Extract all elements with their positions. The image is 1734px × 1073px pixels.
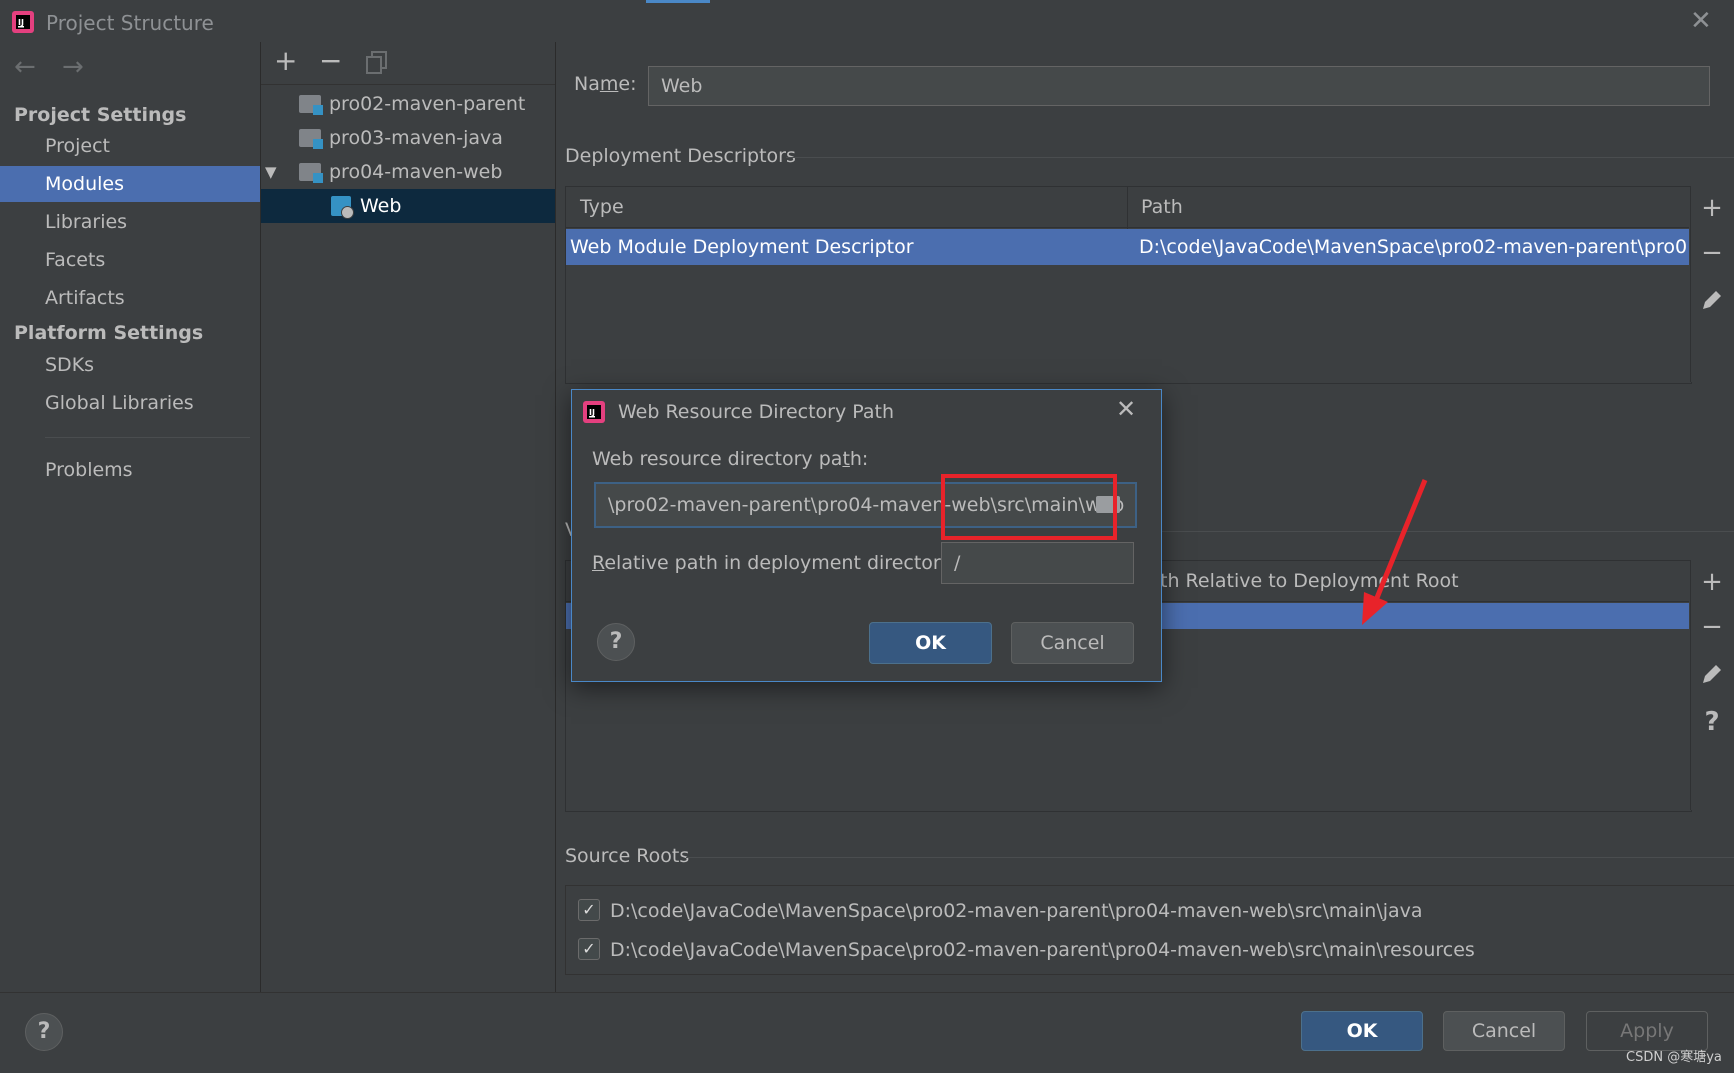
dialog-ok-button[interactable]: OK: [869, 622, 992, 664]
dialog-title: Web Resource Directory Path: [618, 401, 894, 423]
sidebar-item-modules[interactable]: Modules: [0, 166, 260, 202]
source-root-item[interactable]: ✓ D:\code\JavaCode\MavenSpace\pro02-maven…: [578, 937, 1475, 962]
add-web-resource-icon[interactable]: +: [1700, 567, 1724, 597]
edit-web-resource-icon[interactable]: [1700, 662, 1724, 686]
intellij-logo-icon: IJ: [583, 401, 605, 423]
web-facet-icon: [331, 196, 354, 219]
tree-item-label: Web: [360, 195, 402, 217]
remove-icon[interactable]: −: [319, 44, 342, 77]
red-highlight-box: [941, 474, 1117, 540]
module-folder-icon: [299, 95, 323, 115]
help-question-icon[interactable]: ?: [1700, 707, 1724, 737]
section-divider: [686, 857, 1734, 858]
source-root-item[interactable]: ✓ D:\code\JavaCode\MavenSpace\pro02-maven…: [578, 898, 1423, 923]
sidebar-item-global-libraries[interactable]: Global Libraries: [0, 385, 260, 421]
facet-name-input[interactable]: Web: [648, 66, 1710, 106]
descriptor-path-cell: D:\code\JavaCode\MavenSpace\pro02-maven-…: [1139, 236, 1687, 258]
module-folder-icon: [299, 163, 323, 183]
source-root-checkbox[interactable]: ✓: [578, 937, 600, 960]
path-label: Web resource directory path:: [592, 448, 869, 470]
title-bar: IJ Project Structure ✕: [0, 0, 1734, 42]
footer-help-button[interactable]: ?: [25, 1013, 63, 1051]
svg-text:IJ: IJ: [18, 18, 24, 27]
dialog-help-button[interactable]: ?: [597, 623, 635, 661]
sidebar-divider: [45, 437, 250, 438]
close-window-icon[interactable]: ✕: [1690, 6, 1712, 36]
cancel-button[interactable]: Cancel: [1443, 1011, 1565, 1051]
relative-path-input[interactable]: /: [941, 542, 1134, 584]
tree-item-label: pro04-maven-web: [329, 161, 503, 183]
apply-button[interactable]: Apply: [1586, 1011, 1708, 1051]
column-header-type[interactable]: Type: [580, 196, 624, 218]
source-roots-list: [565, 885, 1734, 975]
tree-toolbar-divider: [261, 84, 555, 85]
expand-triangle-icon[interactable]: ▼: [265, 155, 277, 189]
forward-arrow-icon[interactable]: →: [62, 52, 84, 82]
module-folder-icon: [299, 129, 323, 149]
ok-button[interactable]: OK: [1301, 1011, 1423, 1051]
remove-web-resource-icon[interactable]: −: [1700, 612, 1724, 642]
sidebar-item-artifacts[interactable]: Artifacts: [0, 280, 260, 316]
red-arrow-annotation: [1362, 479, 1428, 625]
source-root-path: D:\code\JavaCode\MavenSpace\pro02-maven-…: [610, 939, 1475, 961]
window-title: Project Structure: [46, 11, 214, 35]
name-label: Name:: [574, 73, 637, 95]
source-roots-title: Source Roots: [565, 845, 690, 867]
remove-descriptor-icon[interactable]: −: [1700, 238, 1724, 268]
sidebar-item-problems[interactable]: Problems: [0, 452, 260, 488]
tree-item-label: pro03-maven-java: [329, 127, 503, 149]
back-arrow-icon[interactable]: ←: [14, 52, 36, 82]
tree-item-web[interactable]: Web: [261, 189, 555, 223]
tree-item-pro04[interactable]: ▼ pro04-maven-web: [261, 155, 555, 189]
edit-descriptor-icon[interactable]: [1700, 288, 1724, 312]
svg-text:IJ: IJ: [589, 408, 595, 417]
platform-settings-heading: Platform Settings: [14, 322, 204, 344]
tree-item-pro02[interactable]: pro02-maven-parent: [261, 87, 555, 121]
tree-item-label: pro02-maven-parent: [329, 93, 526, 115]
column-header-path[interactable]: Path: [1141, 196, 1183, 218]
sidebar-item-project[interactable]: Project: [0, 128, 260, 164]
watermark: CSDN @寒塘ya: [1626, 1050, 1722, 1065]
copy-icon[interactable]: [366, 51, 388, 75]
sidebar-item-libraries[interactable]: Libraries: [0, 204, 260, 240]
source-root-path: D:\code\JavaCode\MavenSpace\pro02-maven-…: [610, 900, 1423, 922]
project-settings-heading: Project Settings: [14, 104, 187, 126]
intellij-logo-icon: IJ: [12, 11, 34, 33]
add-icon[interactable]: +: [274, 44, 297, 77]
sidebar-item-facets[interactable]: Facets: [0, 242, 260, 278]
tree-item-pro03[interactable]: pro03-maven-java: [261, 121, 555, 155]
dialog-cancel-button[interactable]: Cancel: [1011, 622, 1134, 664]
dialog-close-icon[interactable]: ✕: [1116, 395, 1136, 423]
descriptor-type-cell: Web Module Deployment Descriptor: [570, 236, 914, 258]
title-accent-line: [646, 0, 710, 3]
section-divider: [786, 157, 1734, 158]
sidebar-item-sdks[interactable]: SDKs: [0, 347, 260, 383]
deployment-descriptors-title: Deployment Descriptors: [565, 145, 796, 167]
source-root-checkbox[interactable]: ✓: [578, 898, 600, 921]
add-descriptor-icon[interactable]: +: [1700, 193, 1724, 223]
relative-path-label: Relative path in deployment directory:: [592, 552, 957, 574]
